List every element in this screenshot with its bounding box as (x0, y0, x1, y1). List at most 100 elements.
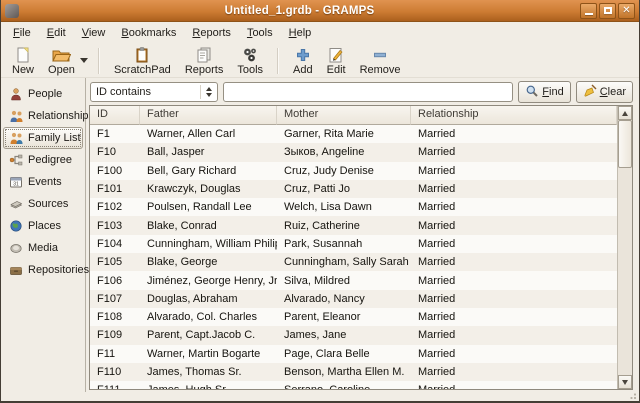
svg-text:31: 31 (13, 182, 19, 188)
sidebar-item-media[interactable]: Media (3, 237, 83, 259)
maximize-icon (604, 7, 612, 14)
tools-button[interactable]: Tools (230, 45, 270, 77)
cell-mother: James, Jane (277, 329, 411, 341)
cell-father: Blake, Conrad (140, 220, 277, 232)
scroll-down-button[interactable] (618, 375, 632, 389)
cell-relationship: Married (411, 183, 617, 195)
menu-edit[interactable]: Edit (39, 24, 74, 42)
cell-mother: Parent, Eleanor (277, 311, 411, 323)
minimize-icon (585, 13, 593, 15)
cell-mother: Benson, Martha Ellen M. (277, 366, 411, 378)
table-row[interactable]: F11 Warner, Martin Bogarte Page, Clara B… (90, 345, 617, 363)
cell-mother: Cruz, Judy Denise (277, 165, 411, 177)
cell-mother: Cruz, Patti Jo (277, 183, 411, 195)
cell-father: Bell, Gary Richard (140, 165, 277, 177)
toolbar-label: Reports (185, 64, 224, 76)
table-row[interactable]: F111 James, Hugh Sr. Serrano, Caroline M… (90, 381, 617, 389)
sidebar-item-events[interactable]: 31 Events (3, 171, 83, 193)
table-row[interactable]: F107 Douglas, Abraham Alvarado, Nancy Ma… (90, 290, 617, 308)
two-people-icon (9, 109, 24, 123)
table-row[interactable]: F1 Warner, Allen Carl Garner, Rita Marie… (90, 125, 617, 143)
table-row[interactable]: F105 Blake, George Cunningham, Sally Sar… (90, 253, 617, 271)
menu-bookmarks[interactable]: Bookmarks (113, 24, 184, 42)
plus-icon (295, 46, 311, 64)
menu-reports[interactable]: Reports (184, 24, 239, 42)
sidebar-item-repositories[interactable]: Repositories (3, 259, 83, 281)
cell-mother: Alvarado, Nancy (277, 293, 411, 305)
menubar: File Edit View Bookmarks Reports Tools H… (1, 22, 639, 44)
toolbar-label: ScratchPad (114, 64, 171, 76)
filter-field-value: ID contains (96, 86, 200, 98)
sidebar-item-places[interactable]: Places (3, 215, 83, 237)
resize-grip-icon[interactable] (627, 393, 636, 400)
open-button[interactable]: Open (41, 45, 82, 77)
sidebar-item-family-list[interactable]: Family List (3, 127, 83, 149)
toolbar-label: Edit (327, 64, 346, 76)
scrollbar-thumb[interactable] (618, 120, 632, 168)
filter-bar: ID contains Find Clear (88, 80, 633, 104)
calendar-icon: 31 (9, 175, 24, 189)
scratchpad-button[interactable]: ScratchPad (107, 45, 178, 77)
sidebar-item-label: Relationships (28, 110, 94, 122)
close-button[interactable]: ✕ (618, 3, 635, 19)
cell-father: Douglas, Abraham (140, 293, 277, 305)
sidebar-item-sources[interactable]: Sources (3, 193, 83, 215)
column-header-relationship[interactable]: Relationship (411, 106, 617, 125)
magnifier-icon (525, 84, 539, 101)
gramps-window: Untitled_1.grdb - GRAMPS ✕ File Edit Vie… (0, 0, 640, 403)
cell-mother: Park, Susannah (277, 238, 411, 250)
sidebar-item-people[interactable]: People (3, 83, 83, 105)
clear-button[interactable]: Clear (576, 81, 633, 103)
maximize-button[interactable] (599, 3, 616, 19)
column-header-father[interactable]: Father (140, 106, 277, 125)
table-row[interactable]: F100 Bell, Gary Richard Cruz, Judy Denis… (90, 162, 617, 180)
menu-help[interactable]: Help (281, 24, 320, 42)
edit-button[interactable]: Edit (320, 45, 353, 77)
chevron-down-icon (80, 58, 88, 63)
arrow-down-icon (622, 380, 628, 385)
vertical-scrollbar[interactable] (617, 106, 632, 389)
cell-id: F100 (90, 165, 140, 177)
table-row[interactable]: F109 Parent, Capt.Jacob C. James, Jane M… (90, 326, 617, 344)
sidebar-item-relationships[interactable]: Relationships (3, 105, 83, 127)
table-row[interactable]: F104 Cunningham, William Philip Park, Su… (90, 235, 617, 253)
minimize-button[interactable] (580, 3, 597, 19)
find-button[interactable]: Find (518, 81, 570, 103)
remove-button[interactable]: Remove (353, 45, 408, 77)
close-icon: ✕ (622, 6, 630, 16)
cell-id: F101 (90, 183, 140, 195)
filter-field-select[interactable]: ID contains (90, 82, 218, 102)
scroll-up-button[interactable] (618, 106, 632, 120)
menu-view[interactable]: View (74, 24, 114, 42)
cell-father: Krawczyk, Douglas (140, 183, 277, 195)
cell-relationship: Married (411, 329, 617, 341)
column-header-mother[interactable]: Mother (277, 106, 411, 125)
new-button[interactable]: New (5, 45, 41, 77)
sidebar: People Relationships Family List Pedigre… (1, 78, 86, 392)
column-header-id[interactable]: ID (90, 106, 140, 125)
menu-file[interactable]: File (5, 24, 39, 42)
table-row[interactable]: F106 Jiménez, George Henry, Jr. Silva, M… (90, 271, 617, 289)
statusbar (1, 392, 639, 401)
toolbar-label: Open (48, 64, 75, 76)
menu-tools[interactable]: Tools (239, 24, 281, 42)
table-row[interactable]: F108 Alvarado, Col. Charles Parent, Elea… (90, 308, 617, 326)
table-row[interactable]: F101 Krawczyk, Douglas Cruz, Patti Jo Ma… (90, 180, 617, 198)
cell-id: F10 (90, 146, 140, 158)
cell-father: Warner, Allen Carl (140, 128, 277, 140)
sidebar-item-pedigree[interactable]: Pedigree (3, 149, 83, 171)
table-row[interactable]: F102 Poulsen, Randall Lee Welch, Lisa Da… (90, 198, 617, 216)
cell-relationship: Married (411, 348, 617, 360)
open-dropdown-button[interactable] (78, 46, 91, 76)
window-controls: ✕ (580, 3, 635, 19)
table-row[interactable]: F110 James, Thomas Sr. Benson, Martha El… (90, 363, 617, 381)
table-row[interactable]: F103 Blake, Conrad Ruiz, Catherine Marri… (90, 216, 617, 234)
add-button[interactable]: Add (286, 45, 320, 77)
arrow-up-icon (622, 111, 628, 116)
table-row[interactable]: F10 Ball, Jasper Зыков, Angeline Married (90, 143, 617, 161)
reports-button[interactable]: Reports (178, 45, 231, 77)
cell-mother: Cunningham, Sally Sarah (277, 256, 411, 268)
scrollbar-trough[interactable] (618, 168, 632, 375)
filter-search-input[interactable] (223, 82, 513, 102)
toolbar-label: Add (293, 64, 313, 76)
